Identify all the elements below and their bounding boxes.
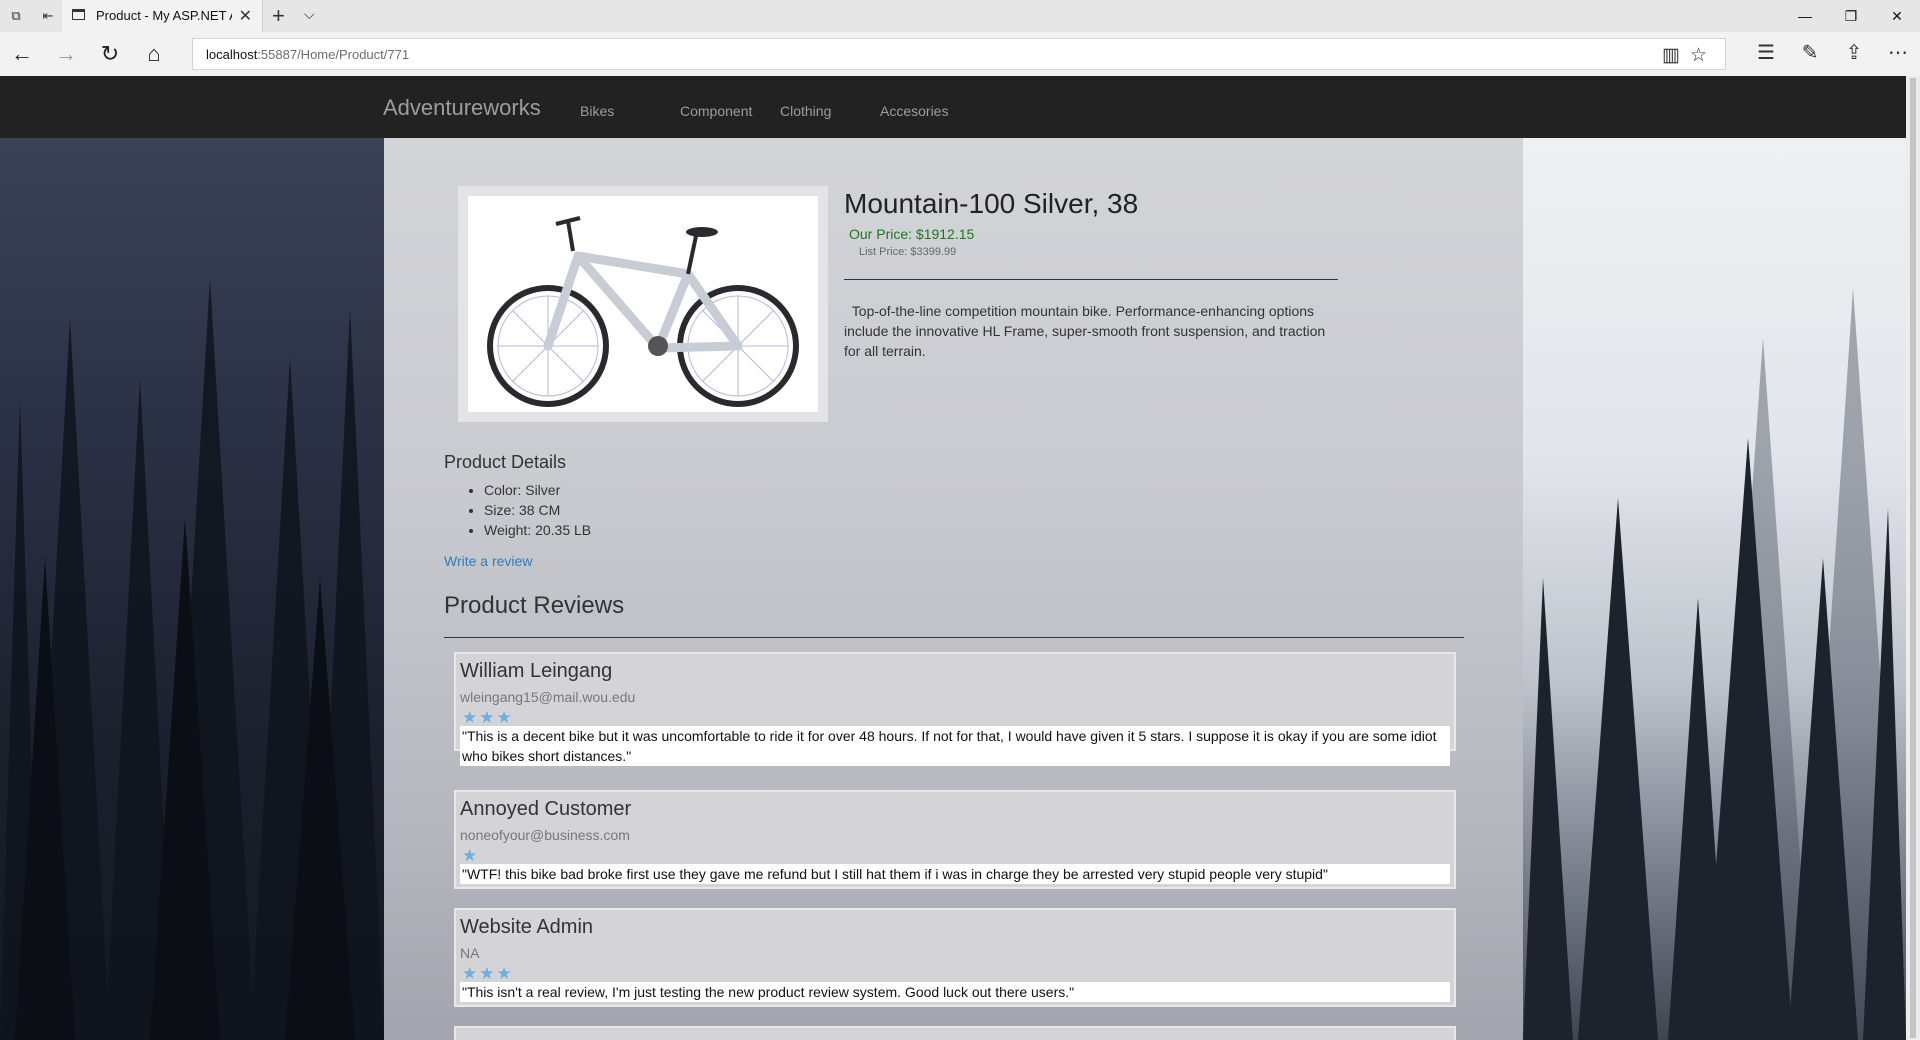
reviewer-name: Website Admin [460, 916, 594, 938]
nav-component[interactable]: Component [680, 103, 752, 119]
more-icon[interactable]: ⋯ [1884, 40, 1912, 65]
product-description: Top-of-the-line competition mountain bik… [844, 303, 1326, 359]
new-tab-icon[interactable]: + [272, 3, 285, 29]
details-list: Color: Silver Size: 38 CM Weight: 20.35 … [444, 480, 591, 540]
url-text: localhost:55887/Home/Product/771 [206, 47, 410, 62]
details-heading: Product Details [444, 452, 567, 472]
tab-actions-icon[interactable]: ⧉ [8, 8, 24, 24]
tab-title: Product - My ASP.NET A [96, 8, 232, 23]
tree-silhouettes-right [1523, 288, 1906, 1040]
site-navbar: Adventureworks Bikes Component Clothing … [0, 76, 1906, 138]
bicycle-icon [487, 216, 799, 407]
star-rating-icon: ★★★ [462, 708, 514, 727]
product-image [468, 196, 818, 412]
review-card [454, 1026, 1456, 1040]
browser-tab[interactable]: Product - My ASP.NET A ✕ [62, 0, 263, 32]
tree-silhouettes [0, 278, 384, 1040]
reviewer-name: Annoyed Customer [460, 798, 632, 820]
reviewer-name: William Leingang [460, 660, 613, 682]
reviewer-email: noneofyour@business.com [460, 827, 630, 843]
brand-link[interactable]: Adventureworks [383, 95, 541, 121]
home-icon[interactable]: ⌂ [142, 42, 166, 66]
main-content: Mountain-100 Silver, 38 Our Price: $1912… [384, 138, 1523, 1040]
our-price: Our Price: $1912.15 [849, 226, 975, 242]
share-icon[interactable]: ⇪ [1840, 40, 1868, 65]
star-rating-icon: ★★★ [462, 964, 514, 983]
review-card: Website Admin NA ★★★ "This isn't a real … [454, 908, 1456, 1007]
divider [444, 637, 1464, 638]
close-window-icon[interactable]: ✕ [1874, 0, 1920, 32]
pen-icon[interactable]: ✎ [1796, 40, 1824, 65]
write-review-link[interactable]: Write a review [444, 553, 532, 569]
star-rating-icon: ★ [462, 846, 480, 865]
reviews-heading: Product Reviews [444, 592, 625, 619]
detail-size: Size: 38 CM [484, 500, 591, 520]
favorites-icon[interactable]: ☰ [1752, 40, 1780, 65]
reviewer-email: wleingang15@mail.wou.edu [460, 689, 636, 705]
reviewer-email: NA [460, 945, 480, 961]
reading-view-icon[interactable]: ▥ [1662, 44, 1680, 67]
chevron-down-icon[interactable]: ⌵ [304, 6, 315, 23]
nav-bikes[interactable]: Bikes [580, 103, 614, 119]
nav-accesories[interactable]: Accesories [880, 103, 948, 119]
review-text: "This isn't a real review, I'm just test… [460, 982, 1450, 1002]
favorite-star-icon[interactable]: ☆ [1690, 44, 1707, 67]
divider [844, 279, 1338, 280]
minimize-icon[interactable]: — [1782, 0, 1828, 32]
back-icon[interactable]: ← [10, 42, 34, 66]
scrollbar-thumb[interactable] [1910, 78, 1916, 1038]
review-text: "This is a decent bike but it was uncomf… [460, 726, 1450, 766]
page-icon [72, 9, 85, 20]
page-scrollbar[interactable] [1906, 76, 1920, 1040]
set-aside-tabs-icon[interactable]: ⇤ [40, 8, 56, 24]
list-price: List Price: $3399.99 [859, 246, 957, 258]
review-text: "WTF! this bike bad broke first use they… [460, 864, 1450, 884]
page-viewport: Adventureworks Bikes Component Clothing … [0, 76, 1906, 1040]
browser-toolbar: ← → ↻ ⌂ localhost:55887/Home/Product/771… [0, 32, 1920, 76]
forward-icon[interactable]: → [54, 42, 78, 66]
refresh-icon[interactable]: ↻ [98, 42, 122, 66]
nav-clothing[interactable]: Clothing [780, 103, 831, 119]
detail-color: Color: Silver [484, 480, 591, 500]
review-card: William Leingang wleingang15@mail.wou.ed… [454, 652, 1456, 766]
restore-icon[interactable]: ❐ [1828, 0, 1874, 32]
browser-titlebar: ⧉ ⇤ Product - My ASP.NET A ✕ + ⌵ — ❐ ✕ [0, 0, 1920, 32]
product-image-frame [458, 186, 828, 422]
review-card: Annoyed Customer noneofyour@business.com… [454, 790, 1456, 889]
address-bar[interactable]: localhost:55887/Home/Product/771 ▥ ☆ [192, 38, 1726, 70]
product-title: Mountain-100 Silver, 38 [844, 188, 1139, 219]
detail-weight: Weight: 20.35 LB [484, 520, 591, 540]
close-tab-icon[interactable]: ✕ [239, 6, 252, 26]
